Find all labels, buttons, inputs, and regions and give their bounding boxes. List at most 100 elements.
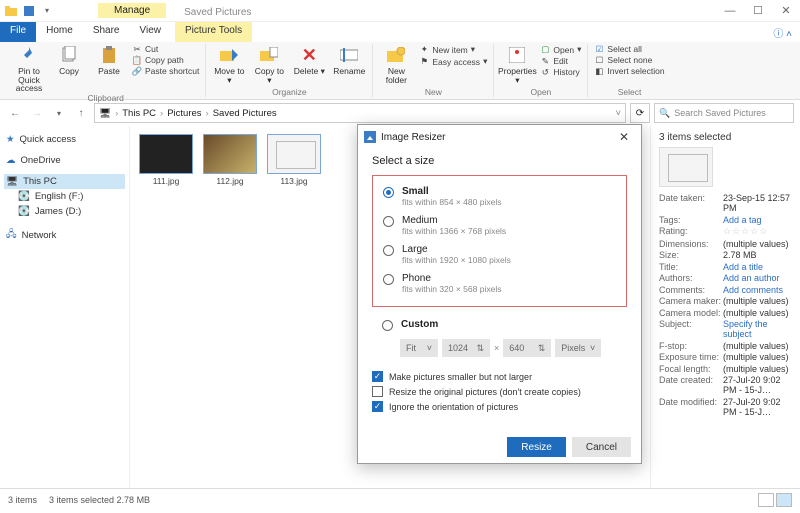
thumbnail	[203, 134, 257, 174]
paste-shortcut-button[interactable]: 🔗Paste shortcut	[132, 66, 199, 76]
option-phone[interactable]: Phonefits within 320 × 568 pixels	[383, 269, 616, 298]
file-item[interactable]: 113.jpg	[266, 134, 322, 186]
open-button[interactable]: ▢Open ▾	[540, 44, 581, 55]
radio-icon	[383, 274, 394, 285]
option-medium[interactable]: Mediumfits within 1366 × 768 pixels	[383, 211, 616, 240]
nav-drive-james[interactable]: 💽James (D:)	[4, 204, 125, 219]
group-label: Select	[594, 87, 664, 97]
file-item[interactable]: 112.jpg	[202, 134, 258, 186]
check-smaller-only[interactable]: ✓Make pictures smaller but not larger	[372, 369, 627, 384]
group-label: Organize	[212, 87, 366, 97]
chevron-down-icon: ˅	[427, 343, 432, 353]
chevron-down-icon[interactable]: ˅	[615, 108, 621, 119]
pin-button[interactable]: Pin to Quick access	[12, 44, 46, 93]
refresh-button[interactable]: ⟳	[630, 103, 650, 123]
copy-button[interactable]: Copy	[52, 44, 86, 76]
rating-stars[interactable]: ☆☆☆☆☆	[723, 226, 792, 237]
checkbox-icon: ✓	[372, 401, 383, 412]
tab-picture-tools[interactable]: Picture Tools	[175, 22, 252, 42]
nav-network[interactable]: 🖧Network	[4, 225, 125, 245]
select-none-button[interactable]: ☐Select none	[594, 55, 664, 65]
fit-mode-select[interactable]: Fit˅	[400, 339, 438, 357]
minimize-button[interactable]: ―	[716, 0, 744, 22]
preview-thumbnail	[659, 147, 713, 187]
unit-select[interactable]: Pixels˅	[555, 339, 601, 357]
group-open: Properties ▾ ▢Open ▾ ✎Edit ↺History Open	[494, 44, 588, 97]
tab-file[interactable]: File	[0, 22, 36, 42]
star-icon: ★	[6, 134, 15, 145]
tab-view[interactable]: View	[130, 22, 172, 42]
new-item-button[interactable]: ✦New item ▾	[419, 44, 487, 55]
pc-icon: 🖥	[6, 176, 18, 187]
tab-share[interactable]: Share	[83, 22, 130, 42]
dialog-close-button[interactable]: ✕	[613, 130, 635, 144]
forward-button[interactable]: →	[28, 104, 46, 122]
maximize-button[interactable]: ☐	[744, 0, 772, 22]
help-icon[interactable]: ⓘ ˄	[765, 22, 800, 42]
group-clipboard: Pin to Quick access Copy Paste ✂Cut 📋Cop…	[6, 44, 206, 97]
nav-quick-access[interactable]: ★Quick access	[4, 132, 125, 147]
up-button[interactable]: ↑	[72, 104, 90, 122]
add-title-link[interactable]: Add a title	[723, 262, 792, 272]
search-icon: 🔍	[659, 108, 670, 119]
recent-locations-button[interactable]: ▾	[50, 104, 68, 122]
cancel-button[interactable]: Cancel	[572, 437, 631, 457]
width-input[interactable]: 1024⇅	[442, 339, 490, 357]
ribbon-tabs: File Home Share View Picture Tools ⓘ ˄	[0, 22, 800, 42]
drive-icon: 💽	[18, 206, 30, 217]
nav-onedrive[interactable]: ☁OneDrive	[4, 153, 125, 168]
delete-button[interactable]: ✕Delete ▾	[292, 44, 326, 76]
app-icon	[364, 131, 376, 143]
height-input[interactable]: 640⇅	[503, 339, 551, 357]
add-author-link[interactable]: Add an author	[723, 273, 792, 283]
select-all-button[interactable]: ☑Select all	[594, 44, 664, 54]
add-subject-link[interactable]: Specify the subject	[723, 319, 792, 339]
new-folder-button[interactable]: New folder	[379, 44, 413, 84]
breadcrumb[interactable]: 🖥 ›This PC ›Pictures ›Saved Pictures ˅	[94, 103, 626, 123]
radio-icon	[382, 320, 393, 331]
address-bar: ← → ▾ ↑ 🖥 ›This PC ›Pictures ›Saved Pict…	[0, 100, 800, 126]
paste-button[interactable]: Paste	[92, 44, 126, 76]
checkbox-icon	[372, 386, 383, 397]
easy-access-button[interactable]: ⚑Easy access ▾	[419, 56, 487, 67]
file-item[interactable]: 111.jpg	[138, 134, 194, 186]
history-button[interactable]: ↺History	[540, 67, 581, 77]
option-custom[interactable]: Custom	[372, 315, 627, 335]
radio-icon	[383, 245, 394, 256]
select-none-icon: ☐	[594, 55, 604, 65]
shortcut-icon: 🔗	[132, 66, 142, 76]
drive-icon: 💽	[18, 191, 30, 202]
context-tab-manage[interactable]: Manage	[98, 3, 166, 18]
rename-button[interactable]: Rename	[332, 44, 366, 76]
stepper-icon: ⇅	[476, 343, 484, 354]
radio-icon	[383, 216, 394, 227]
check-ignore-orientation[interactable]: ✓Ignore the orientation of pictures	[372, 399, 627, 414]
add-comments-link[interactable]: Add comments	[723, 285, 792, 295]
copy-to-button[interactable]: Copy to ▾	[252, 44, 286, 84]
folder-icon	[4, 4, 18, 18]
resize-button[interactable]: Resize	[507, 437, 566, 457]
search-input[interactable]: 🔍 Search Saved Pictures	[654, 103, 794, 123]
dialog-title: Image Resizer	[381, 132, 445, 143]
nav-drive-english[interactable]: 💽English (F:)	[4, 189, 125, 204]
check-resize-original[interactable]: Resize the original pictures (don't crea…	[372, 384, 627, 399]
invert-selection-button[interactable]: ◧Invert selection	[594, 66, 664, 76]
tab-home[interactable]: Home	[36, 22, 83, 42]
properties-button[interactable]: Properties ▾	[500, 44, 534, 84]
dialog-heading: Select a size	[372, 155, 627, 167]
close-button[interactable]: ✕	[772, 0, 800, 22]
move-to-button[interactable]: Move to ▾	[212, 44, 246, 84]
option-small[interactable]: Smallfits within 854 × 480 pixels	[383, 182, 616, 211]
qat-save-icon[interactable]	[22, 4, 36, 18]
nav-this-pc[interactable]: 🖥This PC	[4, 174, 125, 189]
copy-path-button[interactable]: 📋Copy path	[132, 55, 199, 65]
cut-button[interactable]: ✂Cut	[132, 44, 199, 54]
option-large[interactable]: Largefits within 1920 × 1080 pixels	[383, 240, 616, 269]
view-details-button[interactable]	[758, 493, 774, 507]
qat-chevron-down-icon[interactable]: ▾	[40, 4, 54, 18]
radio-icon	[383, 187, 394, 198]
view-thumbnails-button[interactable]	[776, 493, 792, 507]
back-button[interactable]: ←	[6, 104, 24, 122]
edit-button[interactable]: ✎Edit	[540, 56, 581, 66]
add-tag-link[interactable]: Add a tag	[723, 215, 792, 225]
